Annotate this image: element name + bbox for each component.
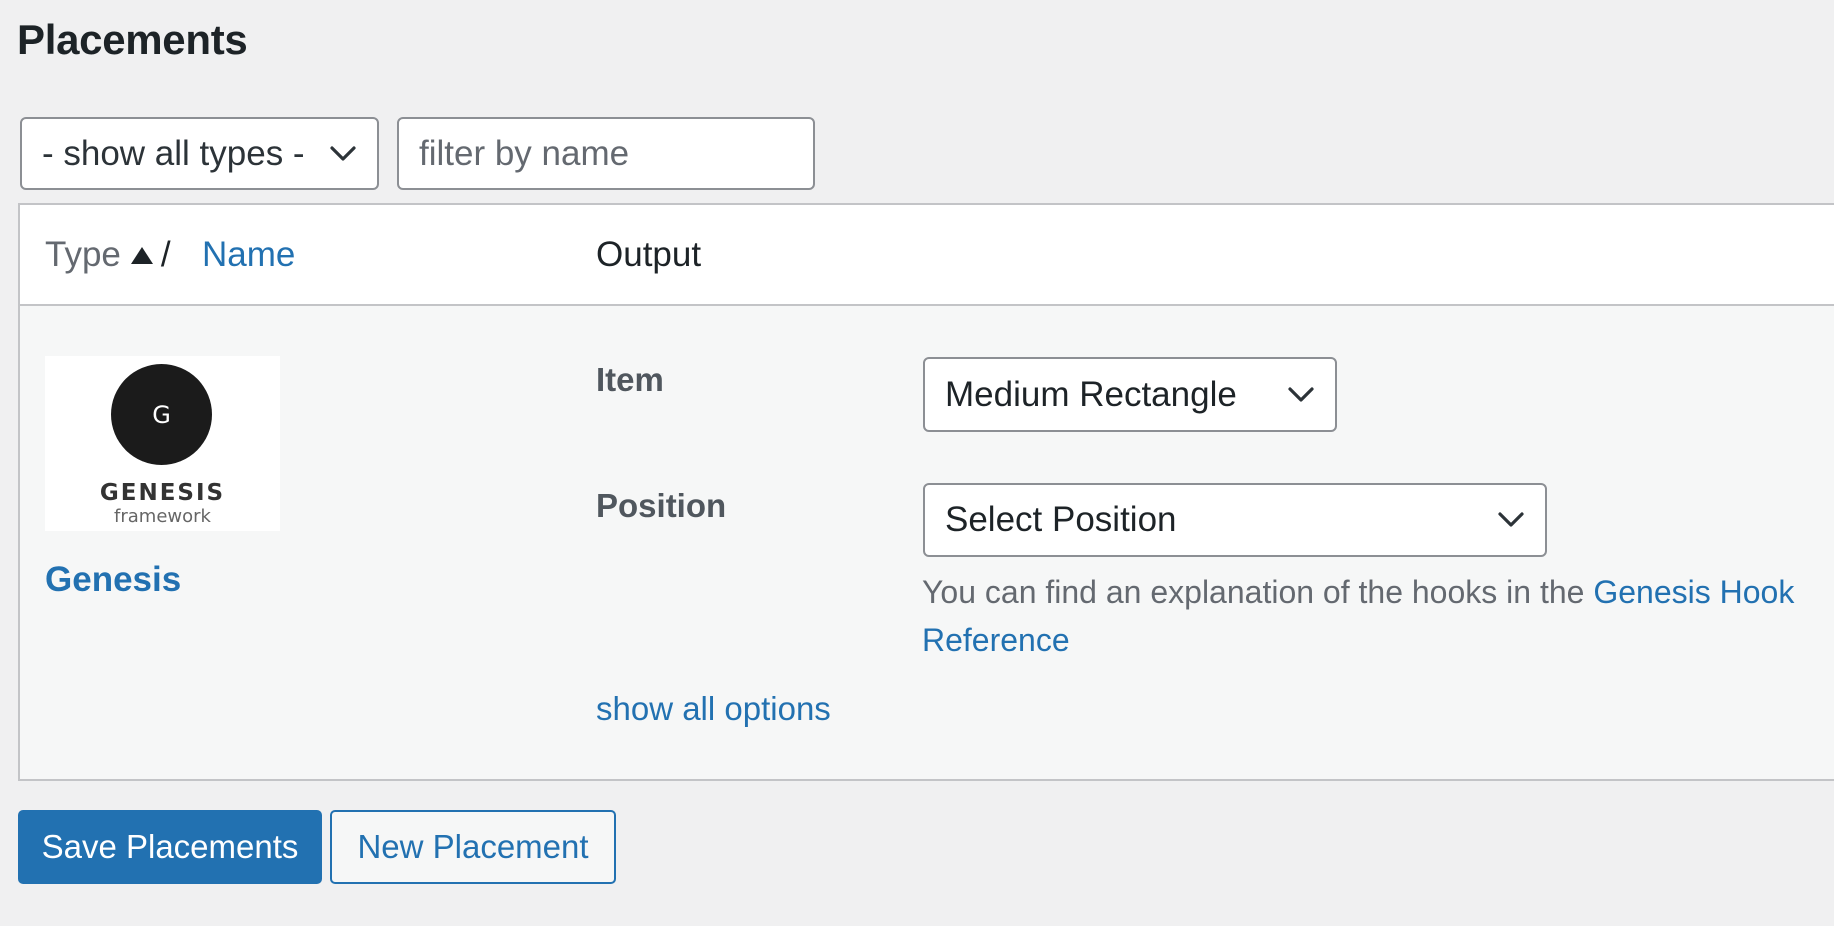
placements-table: Type / Name Output G GENESIS framework G…	[18, 203, 1834, 781]
chevron-down-icon	[1288, 386, 1314, 402]
show-all-options-link[interactable]: show all options	[596, 690, 831, 728]
placements-page: Placements - show all types - Type / Nam…	[0, 0, 1834, 926]
chevron-down-icon	[1498, 512, 1524, 527]
page-title: Placements	[17, 16, 248, 63]
genesis-logo-subtitle: framework	[114, 506, 211, 527]
genesis-logo-circle: G	[111, 364, 212, 465]
position-label: Position	[596, 487, 727, 524]
item-select[interactable]: Medium Rectangle	[923, 357, 1337, 432]
type-filter-value: - show all types -	[42, 133, 305, 173]
position-select[interactable]: Select Position	[923, 483, 1547, 557]
table-row: G GENESIS framework Genesis Item Medium …	[20, 306, 1834, 779]
header-separator: /	[160, 235, 171, 274]
genesis-logo: G GENESIS framework	[45, 356, 280, 531]
column-header-output: Output	[596, 235, 702, 274]
type-header-label: Type	[45, 235, 121, 274]
new-placement-button[interactable]: New Placement	[330, 810, 616, 884]
chevron-down-icon	[330, 145, 356, 161]
column-header-type[interactable]: Type /	[45, 235, 171, 275]
name-filter-input[interactable]	[397, 117, 815, 190]
placement-name-link[interactable]: Genesis	[45, 560, 181, 600]
help-text: You can find an explanation of the hooks…	[922, 574, 1594, 610]
column-header-name[interactable]: Name	[202, 235, 295, 275]
item-label: Item	[596, 361, 664, 398]
table-header: Type / Name Output	[20, 205, 1834, 306]
position-help-text: You can find an explanation of the hooks…	[922, 568, 1834, 664]
type-filter-select[interactable]: - show all types -	[20, 117, 379, 190]
item-select-value: Medium Rectangle	[945, 374, 1237, 414]
position-select-value: Select Position	[945, 500, 1177, 539]
genesis-logo-word: GENESIS	[99, 480, 226, 506]
sort-up-triangle-icon	[130, 246, 153, 264]
save-placements-button[interactable]: Save Placements	[18, 810, 322, 884]
